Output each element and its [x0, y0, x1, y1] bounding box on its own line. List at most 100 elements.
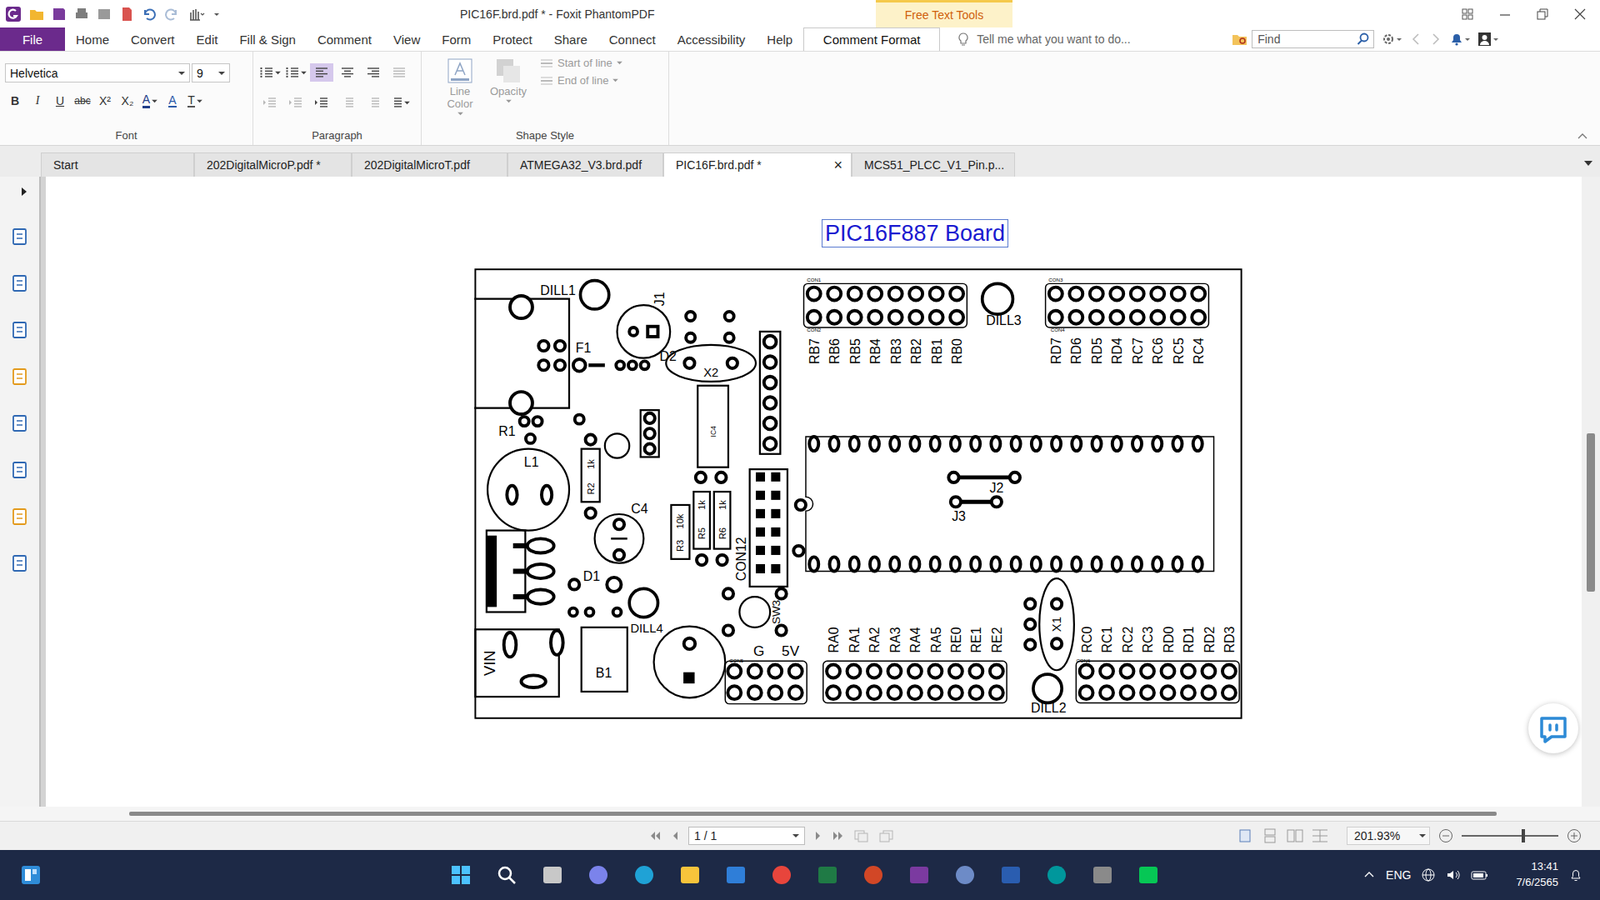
scroll-thumb[interactable]: [129, 811, 1497, 816]
taskbar-app[interactable]: [444, 855, 478, 895]
last-page-icon[interactable]: [831, 830, 845, 842]
taskbar-app[interactable]: [810, 855, 845, 895]
font-size-select[interactable]: 9: [191, 63, 230, 83]
taskbar-app[interactable]: [535, 855, 570, 895]
taskbar-app[interactable]: [673, 855, 707, 895]
signatures-icon[interactable]: [10, 460, 30, 480]
notification-bell-icon[interactable]: [1449, 31, 1471, 47]
ribbon-tab[interactable]: Home: [65, 27, 120, 51]
vertical-scrollbar[interactable]: [1581, 176, 1600, 807]
font-style-button[interactable]: A: [162, 90, 183, 111]
folder-search-icon[interactable]: [1231, 31, 1249, 47]
paragraph-button[interactable]: [335, 93, 360, 112]
ribbon-tab[interactable]: Connect: [598, 27, 667, 51]
ribbon-tab[interactable]: File: [0, 27, 65, 51]
taskbar-app[interactable]: [581, 855, 615, 895]
save-icon[interactable]: [51, 6, 67, 22]
taskbar-app[interactable]: [902, 855, 936, 895]
line-end-button[interactable]: Start of line: [540, 56, 623, 70]
paragraph-button[interactable]: [258, 63, 282, 82]
shape-style-button[interactable]: Opacity: [486, 56, 530, 104]
next-result-icon[interactable]: [1429, 31, 1443, 47]
font-style-button[interactable]: U: [50, 90, 70, 111]
ribbon-tab[interactable]: Convert: [120, 27, 186, 51]
zoom-slider[interactable]: [1461, 835, 1559, 837]
security-icon[interactable]: [10, 506, 30, 527]
document-tab[interactable]: PIC16F.brd.pdf *×: [663, 152, 852, 177]
find-input[interactable]: [1255, 31, 1357, 47]
clock[interactable]: 13:417/6/2565: [1515, 859, 1559, 891]
collapse-ribbon-icon[interactable]: [1576, 131, 1589, 140]
expand-panel-icon[interactable]: [20, 186, 29, 197]
ribbon-tab[interactable]: View: [382, 27, 431, 51]
font-style-button[interactable]: X²: [95, 90, 115, 111]
font-style-button[interactable]: X₂: [117, 90, 138, 111]
show-hidden-icons-icon[interactable]: [1362, 868, 1376, 882]
font-style-button[interactable]: abc: [72, 90, 93, 111]
document-tab[interactable]: 202DigitalMicroT.pdf: [351, 152, 508, 177]
ribbon-tab[interactable]: Edit: [185, 27, 230, 51]
attachments-icon[interactable]: [10, 413, 30, 434]
previous-view-icon[interactable]: [853, 829, 870, 843]
ribbon-tab[interactable]: Comment Format: [803, 27, 940, 51]
scan-icon[interactable]: [96, 6, 112, 22]
page-number-field[interactable]: 1 / 1: [688, 826, 805, 845]
taskbar-app[interactable]: [490, 855, 524, 895]
font-style-button[interactable]: I: [27, 90, 48, 111]
paragraph-button[interactable]: [387, 63, 411, 82]
comments-icon[interactable]: [10, 366, 30, 387]
free-text-annotation[interactable]: PIC16F887 Board: [821, 219, 1009, 248]
close-icon[interactable]: [1573, 7, 1587, 21]
print-icon[interactable]: [74, 6, 90, 22]
ribbon-options-icon[interactable]: [1460, 7, 1475, 21]
document-tab[interactable]: Start: [40, 152, 195, 177]
paragraph-button[interactable]: [361, 63, 385, 82]
magnifier-icon[interactable]: [1356, 32, 1370, 46]
paragraph-button[interactable]: [258, 93, 282, 112]
font-style-button[interactable]: B: [5, 90, 25, 111]
ribbon-tab[interactable]: Share: [543, 27, 599, 51]
taskbar-app[interactable]: [1131, 855, 1165, 895]
ribbon-tab[interactable]: Protect: [481, 27, 544, 51]
zoom-in-icon[interactable]: [1566, 828, 1582, 844]
taskbar-app[interactable]: [765, 855, 799, 895]
paragraph-button[interactable]: [335, 63, 360, 82]
document-tab[interactable]: MCS51_PLCC_V1_Pin.p...: [851, 152, 1015, 177]
font-style-button[interactable]: T: [185, 90, 205, 111]
paragraph-button[interactable]: [284, 93, 308, 112]
single-page-icon[interactable]: [1236, 828, 1254, 844]
tab-list-icon[interactable]: [1583, 160, 1594, 167]
zoom-field[interactable]: 201.93%: [1346, 826, 1430, 845]
tell-me-input[interactable]: [975, 31, 1229, 47]
ribbon-tab[interactable]: Form: [430, 27, 482, 51]
first-page-icon[interactable]: [648, 830, 662, 842]
notifications-icon[interactable]: [1568, 867, 1584, 883]
layers-icon[interactable]: [10, 320, 30, 340]
zoom-out-icon[interactable]: [1438, 828, 1454, 844]
customize-caret-icon[interactable]: [212, 6, 221, 22]
paragraph-button[interactable]: [387, 93, 411, 112]
facing-page-icon[interactable]: [1286, 828, 1304, 844]
paragraph-button[interactable]: [310, 93, 334, 112]
widgets-icon[interactable]: [20, 864, 42, 886]
undo-icon[interactable]: [141, 6, 157, 22]
settings-gear-icon[interactable]: [1380, 31, 1403, 47]
chat-button[interactable]: [1528, 703, 1579, 754]
ribbon-tab[interactable]: Accessibility: [666, 27, 757, 51]
taskbar-app[interactable]: [948, 855, 982, 895]
document-tab[interactable]: 202DigitalMicroP.pdf *: [194, 152, 352, 177]
network-globe-icon[interactable]: [1420, 867, 1436, 883]
continuous-page-icon[interactable]: [1261, 828, 1279, 844]
continuous-facing-icon[interactable]: [1311, 828, 1329, 844]
ribbon-tab[interactable]: Comment: [306, 27, 383, 51]
close-tab-button[interactable]: ×: [833, 157, 843, 173]
font-style-button[interactable]: A: [140, 90, 160, 111]
new-doc-icon[interactable]: [119, 6, 135, 22]
line-end-button[interactable]: End of line: [540, 74, 623, 87]
pages-icon[interactable]: [10, 226, 30, 247]
taskbar-app[interactable]: [994, 855, 1028, 895]
taskbar-app[interactable]: [1040, 855, 1074, 895]
paragraph-button[interactable]: [284, 63, 308, 82]
panel-splitter[interactable]: [39, 176, 46, 807]
content-icon[interactable]: [10, 553, 30, 574]
